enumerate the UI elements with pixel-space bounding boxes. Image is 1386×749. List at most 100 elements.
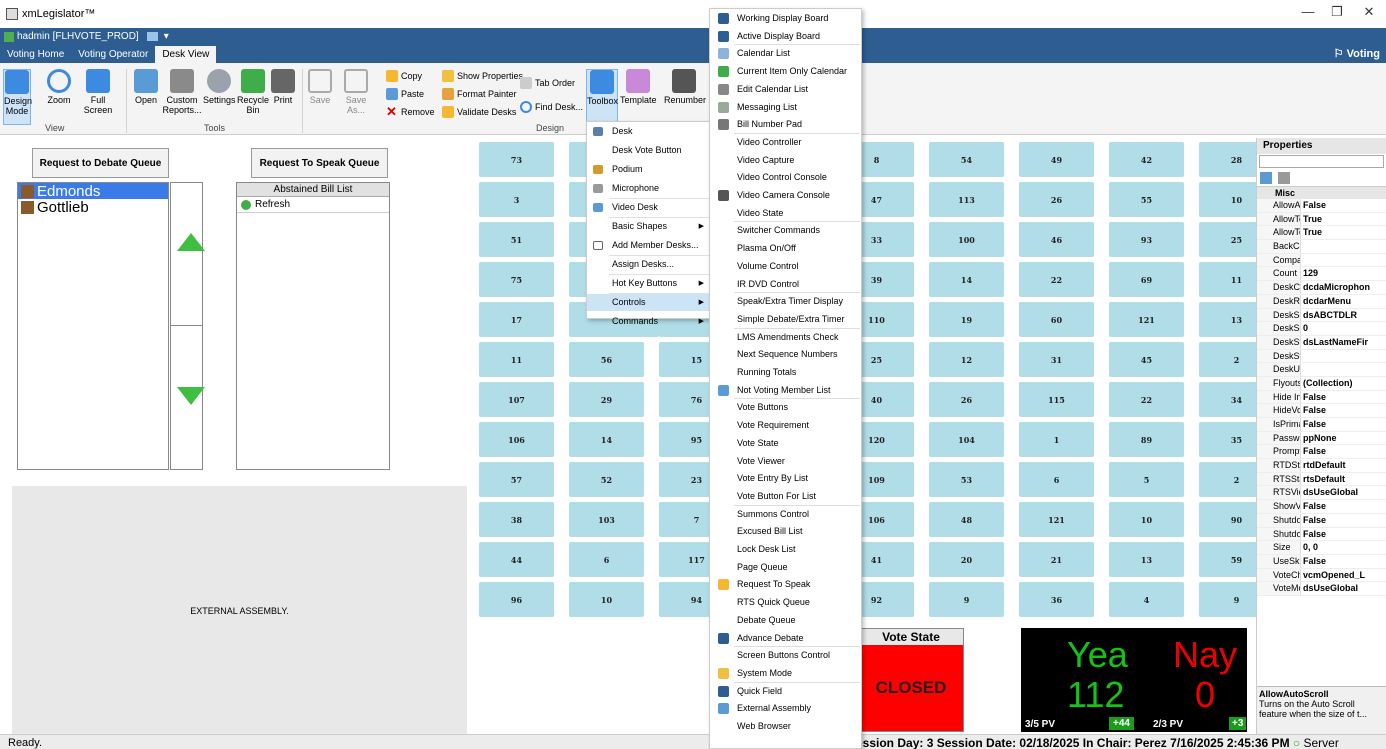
close-button[interactable]: ✕ [1354,4,1384,20]
desk[interactable]: 56 [569,342,644,377]
property-value[interactable] [1301,240,1303,253]
desk[interactable]: 51 [479,222,554,257]
desk[interactable]: 6 [569,542,644,577]
property-row[interactable]: IsPrimaryFalse [1257,418,1386,432]
desk[interactable]: 9 [929,582,1004,617]
desk[interactable]: 17 [479,302,554,337]
design-mode-button[interactable]: Design Mode [3,69,32,125]
desk[interactable]: 3 [479,182,554,217]
controls-menu-item[interactable]: Current Item Only Calendar [710,63,861,80]
desk[interactable]: 9 [1199,582,1256,617]
property-value[interactable]: False [1301,500,1326,513]
member-list[interactable]: Edmonds Gottlieb [17,182,169,470]
template-button[interactable]: Template [620,69,657,105]
desk[interactable]: 1 [1019,422,1094,457]
property-row[interactable]: VoteMonidsUseGlobal [1257,582,1386,596]
property-row[interactable]: AllowTooTrue [1257,212,1386,227]
property-value[interactable]: True [1301,226,1322,239]
desk[interactable]: 42 [1109,142,1184,177]
desk[interactable]: 46 [1019,222,1094,257]
categorized-icon[interactable] [1260,172,1272,184]
save-as-button[interactable]: Save As... [336,69,376,115]
property-value[interactable]: dcdarMenu [1301,295,1351,308]
desk[interactable]: 29 [569,382,644,417]
desk[interactable]: 38 [479,502,554,537]
tab-voting-home[interactable]: Voting Home [0,46,71,63]
desk[interactable]: 10 [569,582,644,617]
validate-desks-button[interactable]: Validate Desks [442,106,516,118]
desk[interactable]: 75 [479,262,554,297]
desk[interactable]: 21 [1019,542,1094,577]
member-item[interactable]: Gottlieb [18,199,168,216]
property-value[interactable]: vcmOpened_L [1301,569,1365,582]
controls-menu-item[interactable]: Switcher Commands [710,222,861,239]
property-value[interactable]: False [1301,418,1326,431]
property-value[interactable]: dsLastNameFir [1301,336,1368,349]
format-painter-button[interactable]: Format Painter [442,88,517,100]
desk[interactable]: 44 [479,542,554,577]
desk[interactable]: 103 [569,502,644,537]
desk[interactable]: 115 [1019,382,1094,417]
renumber-button[interactable]: Renumber [664,69,706,105]
desk[interactable]: 55 [1109,182,1184,217]
desk[interactable]: 13 [1199,302,1256,337]
desk[interactable]: 54 [929,142,1004,177]
sort-az-icon[interactable] [1278,172,1290,184]
toolbox-item[interactable]: Desk [587,123,710,140]
property-row[interactable]: ShutdownFalse [1257,513,1386,528]
property-value[interactable]: 0 [1301,322,1308,335]
desk[interactable]: 2 [1199,462,1256,497]
property-row[interactable]: VoteCharvcmOpened_L [1257,568,1386,583]
refresh-button[interactable]: Refresh [237,197,389,213]
property-value[interactable]: (Collection) [1301,377,1353,390]
desk[interactable]: 2 [1199,342,1256,377]
remove-button[interactable]: ✕ Remove [386,105,435,118]
property-row[interactable]: BackColo [1257,240,1386,254]
property-value[interactable]: 129 [1301,267,1318,280]
move-down-icon[interactable] [177,387,205,405]
copy-button[interactable]: Copy [386,70,422,82]
desk[interactable]: 53 [929,462,1004,497]
property-value[interactable]: rtsDefault [1301,473,1345,486]
property-value[interactable]: 0, 0 [1301,541,1318,554]
member-item[interactable]: Edmonds [18,183,168,200]
property-row[interactable]: AllowAutoFalse [1257,199,1386,213]
desk[interactable]: 48 [929,502,1004,537]
desk[interactable]: 113 [929,182,1004,217]
print-button[interactable]: Print [271,69,295,105]
property-value[interactable]: True [1301,213,1322,226]
save-button[interactable]: Save [306,69,334,105]
property-value[interactable]: False [1301,391,1326,404]
toolbox-item[interactable]: Commands ▶ [587,313,710,330]
open-button[interactable]: Open [132,69,160,105]
desk[interactable]: 107 [479,382,554,417]
desk[interactable]: 59 [1199,542,1256,577]
controls-menu-item[interactable]: Active Display Board [710,28,861,45]
controls-menu-item[interactable]: Video Controller [710,134,861,151]
controls-menu-item[interactable]: Screen Buttons Control [710,647,861,664]
desk[interactable]: 60 [1019,302,1094,337]
desk[interactable]: 11 [1199,262,1256,297]
desk[interactable]: 26 [1019,182,1094,217]
desk[interactable]: 4 [1109,582,1184,617]
controls-menu-item[interactable]: Debate Queue [710,612,861,629]
controls-menu-item[interactable]: Page Queue [710,559,861,576]
desk[interactable]: 104 [929,422,1004,457]
controls-menu-item[interactable]: Not Voting Member List [710,382,861,399]
controls-menu-item[interactable]: Video Camera Console [710,187,861,204]
controls-menu-item[interactable]: Lock Desk List [710,541,861,558]
property-row[interactable]: DeskClickdcdaMicrophon [1257,281,1386,295]
property-row[interactable]: RTDStatertdDefault [1257,459,1386,473]
controls-menu-item[interactable]: Vote Buttons [710,399,861,416]
dropdown-icon[interactable]: ▾ [164,31,169,42]
category-misc[interactable]: Misc [1257,187,1386,199]
request-debate-queue-button[interactable]: Request to Debate Queue [32,148,169,178]
controls-menu-item[interactable]: Vote Viewer [710,453,861,470]
controls-menu-item[interactable]: Working Display Board [710,10,861,27]
property-row[interactable]: ShowVVCFalse [1257,500,1386,514]
property-value[interactable] [1301,363,1303,376]
property-row[interactable]: Flyouts (Collection) [1257,376,1386,391]
property-value[interactable]: False [1301,404,1326,417]
controls-menu-item[interactable]: Messaging List [710,99,861,116]
property-value[interactable]: False [1301,445,1326,458]
